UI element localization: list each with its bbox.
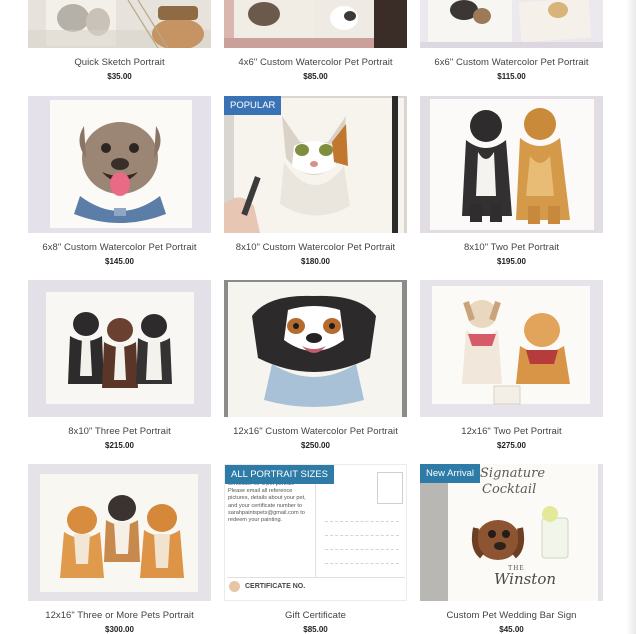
- product-image[interactable]: [28, 96, 211, 233]
- product-price: $275.00: [497, 441, 526, 450]
- product-price: $115.00: [497, 72, 526, 81]
- product-name[interactable]: 12x16" Two Pet Portrait: [420, 426, 603, 437]
- bottom-line: [227, 577, 405, 578]
- product-card[interactable]: 12x16" Two Pet Portrait $275.00: [420, 280, 603, 450]
- address-line: [325, 521, 399, 522]
- product-card[interactable]: 6x6" Custom Watercolor Pet Portrait $115…: [420, 0, 603, 81]
- product-price: $215.00: [105, 441, 134, 450]
- paw-logo-icon: [229, 581, 240, 592]
- product-card[interactable]: 12x16" Custom Watercolor Pet Portrait $2…: [224, 280, 407, 450]
- product-name[interactable]: 6x6" Custom Watercolor Pet Portrait: [420, 57, 603, 68]
- product-image[interactable]: [28, 0, 211, 48]
- new-arrival-badge: New Arrival: [420, 464, 481, 483]
- product-price: $145.00: [105, 257, 134, 266]
- product-image[interactable]: POPULAR: [224, 96, 407, 233]
- sign-subtitle: Cocktail: [482, 482, 537, 497]
- product-image[interactable]: [420, 280, 603, 417]
- product-price: $250.00: [301, 441, 330, 450]
- product-price: $45.00: [499, 625, 524, 634]
- product-card[interactable]: POPULAR 8x10" Custom Watercolor Pet Port…: [224, 96, 407, 266]
- product-image[interactable]: certificate for a pet portrait. Please e…: [224, 464, 407, 601]
- product-card[interactable]: 12x16" Three or More Pets Portrait $300.…: [28, 464, 211, 634]
- product-price: $195.00: [497, 257, 526, 266]
- product-grid-page: Quick Sketch Portrait $35.00 4x6" Custom…: [0, 0, 636, 634]
- product-name[interactable]: 12x16" Three or More Pets Portrait: [28, 610, 211, 621]
- address-line: [325, 535, 399, 536]
- product-card[interactable]: Quick Sketch Portrait $35.00: [28, 0, 211, 81]
- product-price: $180.00: [301, 257, 330, 266]
- product-name[interactable]: 6x8" Custom Watercolor Pet Portrait: [28, 242, 211, 253]
- product-price: $35.00: [107, 72, 132, 81]
- product-price: $85.00: [303, 72, 328, 81]
- all-portrait-sizes-badge: ALL PORTRAIT SIZES: [225, 465, 334, 484]
- page-edge-shadow: [626, 0, 636, 634]
- sign-title: Signature: [480, 466, 546, 481]
- divider: [315, 479, 316, 577]
- product-name[interactable]: Gift Certificate: [224, 610, 407, 621]
- address-line: [325, 549, 399, 550]
- product-card[interactable]: 8x10" Two Pet Portrait $195.00: [420, 96, 603, 266]
- sign-name: Winston: [494, 570, 557, 588]
- product-card[interactable]: Signature Cocktail THE Winston New Arriv…: [420, 464, 603, 634]
- popular-badge: POPULAR: [224, 96, 282, 115]
- product-card[interactable]: 6x8" Custom Watercolor Pet Portrait $145…: [28, 96, 211, 266]
- stamp-box: [377, 472, 403, 504]
- product-name[interactable]: 12x16" Custom Watercolor Pet Portrait: [224, 426, 407, 437]
- product-card[interactable]: certificate for a pet portrait. Please e…: [224, 464, 407, 634]
- product-image[interactable]: [420, 0, 603, 48]
- product-card[interactable]: 8x10" Three Pet Portrait $215.00: [28, 280, 211, 450]
- product-name[interactable]: Quick Sketch Portrait: [28, 57, 211, 68]
- product-name[interactable]: 8x10" Two Pet Portrait: [420, 242, 603, 253]
- product-image[interactable]: [28, 464, 211, 601]
- product-image[interactable]: [420, 96, 603, 233]
- product-image[interactable]: [224, 280, 407, 417]
- product-card[interactable]: 4x6" Custom Watercolor Pet Portrait $85.…: [224, 0, 407, 81]
- product-image[interactable]: [224, 0, 407, 48]
- product-image[interactable]: Signature Cocktail THE Winston New Arriv…: [420, 464, 603, 601]
- gift-certificate-text: certificate for a pet portrait. Please e…: [228, 481, 306, 524]
- product-price: $85.00: [303, 625, 328, 634]
- address-line: [325, 563, 399, 564]
- product-name[interactable]: Custom Pet Wedding Bar Sign: [420, 610, 603, 621]
- product-name[interactable]: 4x6" Custom Watercolor Pet Portrait: [224, 57, 407, 68]
- product-image[interactable]: [28, 280, 211, 417]
- certificate-number-label: CERTIFICATE NO.: [245, 583, 306, 590]
- product-name[interactable]: 8x10" Three Pet Portrait: [28, 426, 211, 437]
- product-price: $300.00: [105, 625, 134, 634]
- product-name[interactable]: 8x10" Custom Watercolor Pet Portrait: [224, 242, 407, 253]
